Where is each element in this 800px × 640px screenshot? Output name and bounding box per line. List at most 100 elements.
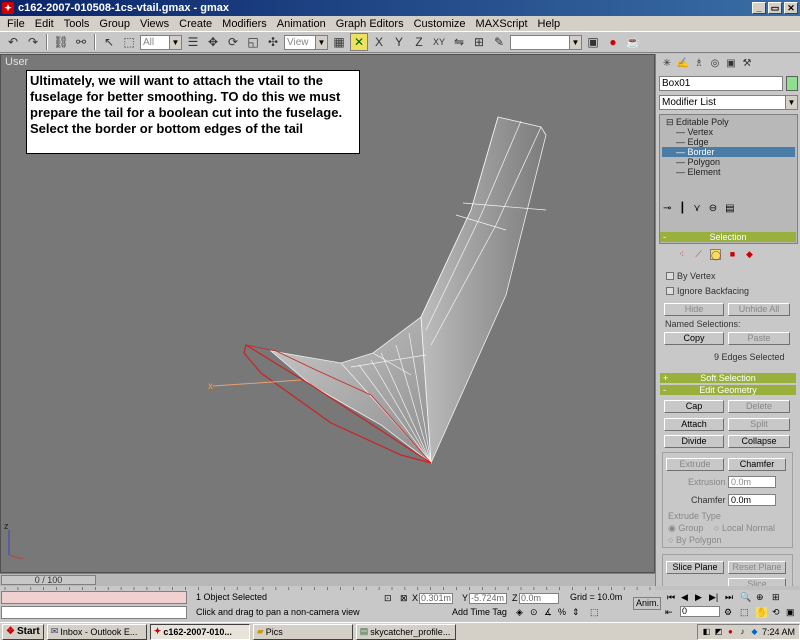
viewport-label[interactable]: User [5, 56, 28, 68]
display-tab-icon[interactable]: ▣ [724, 57, 738, 71]
reference-coord-dropdown[interactable]: View ▼ [284, 34, 328, 50]
prev-frame-icon[interactable]: ◀ [681, 592, 688, 603]
menu-help[interactable]: Help [533, 18, 566, 30]
stack-item-edge[interactable]: — Edge [662, 137, 795, 147]
utilities-tab-icon[interactable]: ⚒ [740, 57, 754, 71]
slice-button[interactable]: Slice [728, 578, 786, 586]
soft-selection-rollout-header[interactable]: + Soft Selection [660, 373, 796, 383]
stack-item-polygon[interactable]: — Polygon [662, 157, 795, 167]
gmax-app-icon[interactable]: ✦ [2, 2, 14, 14]
edge-level-icon[interactable]: ⟋ [693, 249, 704, 260]
maximize-viewport-icon[interactable]: ▣ [786, 607, 795, 618]
tray-security-icon[interactable]: ● [726, 627, 735, 636]
configure-sets-icon[interactable]: ▤ [725, 203, 734, 214]
edit-geometry-rollout-header[interactable]: - Edit Geometry [660, 385, 796, 395]
cap-button[interactable]: Cap [664, 400, 724, 413]
tray-app-icon[interactable]: ◧ [702, 627, 711, 636]
create-tab-icon[interactable]: ✳ [660, 57, 674, 71]
go-to-end-icon[interactable]: ⏭ [725, 592, 733, 603]
zoom-extents-icon[interactable]: ⊞ [772, 592, 780, 603]
taskbar-item-skycatcher[interactable]: ▤ skycatcher_profile... [355, 623, 456, 640]
zoom-all-icon[interactable]: ⊕ [756, 592, 764, 603]
tail-root-mesh[interactable] [269, 316, 432, 464]
menu-group[interactable]: Group [94, 18, 135, 30]
chamfer-spinner[interactable]: 0.0m [728, 494, 776, 506]
menu-customize[interactable]: Customize [409, 18, 471, 30]
extrude-button[interactable]: Extrude [666, 458, 724, 471]
start-button[interactable]: ❖ Start [2, 623, 44, 640]
percent-snap-icon[interactable]: % [558, 607, 566, 617]
key-mode-toggle-icon[interactable]: ⇤ [665, 607, 673, 618]
polygon-level-icon[interactable]: ■ [727, 249, 738, 260]
spinner-snap-icon[interactable]: ⇕ [572, 607, 580, 618]
motion-tab-icon[interactable]: ◎ [708, 57, 722, 71]
snap-icon[interactable]: ✕ [350, 33, 368, 51]
time-config-icon[interactable]: ⚙ [724, 607, 732, 618]
vertex-level-icon[interactable]: ⁖ [676, 249, 687, 260]
object-color-swatch[interactable] [786, 76, 798, 91]
hierarchy-tab-icon[interactable]: ♗ [692, 57, 706, 71]
collapse-button[interactable]: Collapse [728, 435, 790, 448]
show-end-result-icon[interactable]: ┃ [679, 203, 685, 214]
user-viewport[interactable]: x z User Ultimately, we will want to att… [0, 54, 655, 573]
tray-shield-icon[interactable]: ◆ [750, 627, 759, 636]
quick-render-icon[interactable]: ☕ [624, 33, 642, 51]
snap-toggle-icon[interactable]: ⊙ [530, 607, 538, 618]
by-polygon-radio[interactable]: ○ By Polygon [668, 535, 721, 545]
lock-selection-icon[interactable]: ⊡ [384, 593, 392, 604]
make-unique-icon[interactable]: ⋎ [693, 203, 700, 214]
unlink-icon[interactable]: ⚯ [72, 33, 90, 51]
undo-icon[interactable]: ↶ [4, 33, 22, 51]
select-object-icon[interactable]: ↖ [100, 33, 118, 51]
clock[interactable]: 7:24 AM [762, 627, 795, 637]
stack-item-element[interactable]: — Element [662, 167, 795, 177]
divide-button[interactable]: Divide [664, 435, 724, 448]
by-vertex-checkbox[interactable]: By Vertex [666, 271, 716, 281]
stack-item-editable-poly[interactable]: ⊟ Editable Poly [662, 117, 795, 127]
named-selection-sets-dropdown[interactable]: ▼ [510, 34, 582, 50]
restore-button[interactable]: ▭ [768, 2, 782, 14]
y-coord-field[interactable]: -5.724m [469, 593, 507, 604]
current-frame-field[interactable]: 0 [680, 606, 720, 617]
next-frame-icon[interactable]: ▶| [709, 592, 718, 603]
ignore-backfacing-checkbox[interactable]: Ignore Backfacing [666, 286, 749, 296]
menu-graph-editors[interactable]: Graph Editors [331, 18, 409, 30]
axis-z-button[interactable]: Z [410, 33, 428, 51]
menu-edit[interactable]: Edit [30, 18, 59, 30]
pan-hand-icon[interactable]: ✋ [756, 607, 768, 618]
attach-button[interactable]: Attach [664, 418, 724, 431]
key-mode-icon[interactable]: ◈ [516, 607, 523, 618]
region-select-icon[interactable]: ⬚ [120, 33, 138, 51]
rotate-icon[interactable]: ⟳ [224, 33, 242, 51]
menu-create[interactable]: Create [174, 18, 217, 30]
selection-rollout-header[interactable]: - Selection [660, 232, 796, 242]
reset-plane-button[interactable]: Reset Plane [728, 561, 786, 574]
x-coord-field[interactable]: 0.301m [419, 593, 453, 604]
move-icon[interactable]: ✥ [204, 33, 222, 51]
delete-button[interactable]: Delete [728, 400, 790, 413]
isolate-icon[interactable]: ⬚ [590, 607, 599, 618]
modifier-list-dropdown[interactable]: Modifier List ▼ [659, 95, 798, 110]
tray-volume-icon[interactable]: ♪ [738, 627, 747, 636]
split-button[interactable]: Split [728, 418, 790, 431]
stack-item-vertex[interactable]: — Vertex [662, 127, 795, 137]
close-button[interactable]: ✕ [784, 2, 798, 14]
pin-stack-icon[interactable]: ⊸ [663, 203, 671, 214]
stack-item-border[interactable]: — Border [662, 147, 795, 157]
redo-icon[interactable]: ↷ [24, 33, 42, 51]
use-pivot-icon[interactable]: ▦ [330, 33, 348, 51]
border-level-icon[interactable]: ◯ [710, 249, 721, 260]
region-zoom-icon[interactable]: ⬚ [740, 607, 749, 618]
render-icon[interactable]: ● [604, 33, 622, 51]
named-selection-icon[interactable]: ✎ [490, 33, 508, 51]
unhide-all-button[interactable]: Unhide All [728, 303, 790, 316]
menu-file[interactable]: File [2, 18, 30, 30]
align-icon[interactable]: ⊞ [470, 33, 488, 51]
material-editor-icon[interactable]: ▣ [584, 33, 602, 51]
z-coord-field[interactable]: 0.0m [519, 593, 559, 604]
tray-network-icon[interactable]: ◩ [714, 627, 723, 636]
copy-selection-button[interactable]: Copy [664, 332, 724, 345]
axis-x-button[interactable]: X [370, 33, 388, 51]
taskbar-item-gmax[interactable]: ✦ c162-2007-010... [149, 623, 250, 640]
chamfer-button[interactable]: Chamfer [728, 458, 786, 471]
